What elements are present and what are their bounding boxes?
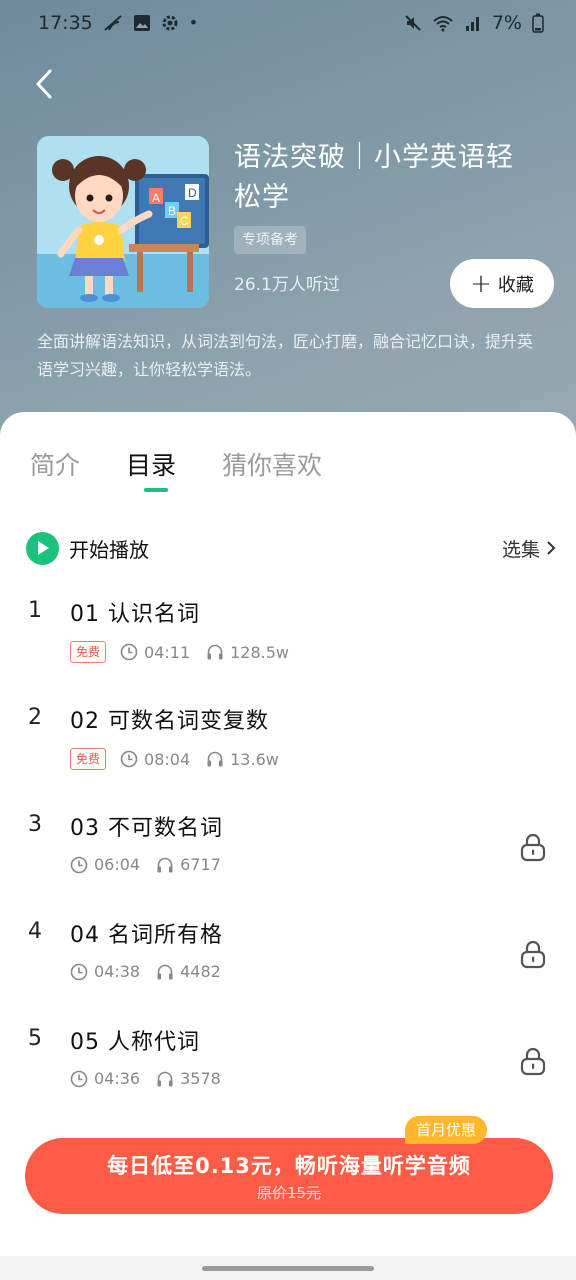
episode-number: 4 xyxy=(28,919,42,944)
episode-number: 2 xyxy=(28,705,42,730)
episode-row[interactable]: 4 04 名词所有格 04:38 4482 xyxy=(0,919,576,1019)
chevron-right-icon xyxy=(547,541,556,555)
favorite-label: 收藏 xyxy=(497,274,534,296)
free-badge: 免费 xyxy=(70,748,107,770)
cover-letter-c: C xyxy=(180,214,189,228)
cover-illustration: A D B C xyxy=(37,136,209,308)
episode-title: 02 可数名词变复数 xyxy=(70,709,269,734)
gear-icon xyxy=(162,15,178,31)
favorite-button[interactable]: + 收藏 xyxy=(450,259,554,308)
episode-duration: 06:04 xyxy=(94,855,141,874)
wifi-icon xyxy=(433,16,453,32)
back-button[interactable] xyxy=(24,64,64,104)
image-icon xyxy=(133,15,150,31)
episode-title: 03 不可数名词 xyxy=(70,816,223,841)
episode-row[interactable]: 5 05 人称代词 04:36 3578 xyxy=(0,1026,576,1126)
album-header: 17:35 • 7% A D B C 语法突破｜小学英语轻松学 专项备考 26.… xyxy=(0,0,576,440)
album-title: 语法突破｜小学英语轻松学 xyxy=(234,142,514,213)
first-month-badge: 首月优惠 xyxy=(405,1116,488,1144)
tab-recommend[interactable]: 猜你喜欢 xyxy=(222,446,322,482)
play-row: 开始播放 选集 xyxy=(26,530,556,566)
episode-duration: 04:36 xyxy=(94,1069,141,1088)
plus-icon: + xyxy=(470,268,492,299)
clock-icon xyxy=(70,963,88,980)
cover-letter-d: D xyxy=(188,186,197,200)
free-badge: 免费 xyxy=(70,641,107,663)
episode-number: 5 xyxy=(28,1026,42,1051)
episode-row[interactable]: 1 01 认识名词 免费 04:11 128.5w xyxy=(0,598,576,698)
episode-meta: 免费 08:04 13.6w xyxy=(70,748,287,770)
tab-catalog[interactable]: 目录 xyxy=(126,446,176,482)
clock-icon xyxy=(120,643,138,661)
cover-letter-b: B xyxy=(168,204,176,218)
episode-plays: 3578 xyxy=(180,1069,221,1088)
cover-letter-a: A xyxy=(152,191,160,205)
promo-main-text: 每日低至0.13元，畅听海量听学音频 xyxy=(107,1153,471,1178)
select-episodes-button[interactable]: 选集 xyxy=(502,535,556,562)
tab-bar: 简介 目录 猜你喜欢 xyxy=(30,446,322,482)
status-time: 17:35 xyxy=(38,12,93,34)
clock-icon xyxy=(70,1070,88,1087)
episode-plays: 13.6w xyxy=(230,749,279,769)
episode-meta: 06:04 6717 xyxy=(70,855,229,874)
headphones-icon xyxy=(207,644,223,660)
lock-icon xyxy=(520,833,546,862)
tab-intro[interactable]: 简介 xyxy=(30,446,80,482)
album-cover: A D B C xyxy=(37,136,209,308)
clock-icon xyxy=(70,856,88,873)
promo-original-price: 原价15元 xyxy=(256,1183,322,1202)
episode-plays: 4482 xyxy=(180,962,221,981)
episode-number: 1 xyxy=(28,598,42,623)
wifi-off-icon xyxy=(104,15,122,31)
listen-count: 26.1万人听过 xyxy=(234,275,340,295)
lock-icon xyxy=(520,1047,546,1076)
episode-row[interactable]: 2 02 可数名词变复数 免费 08:04 13.6w xyxy=(0,705,576,805)
episode-meta: 04:38 4482 xyxy=(70,962,229,981)
signal-icon xyxy=(465,17,479,31)
battery-icon xyxy=(532,13,544,33)
battery-percent: 7% xyxy=(491,12,522,34)
episode-meta: 04:36 3578 xyxy=(70,1069,229,1088)
vip-promo-button[interactable]: 每日低至0.13元，畅听海量听学音频 原价15元 xyxy=(25,1138,553,1214)
headphones-icon xyxy=(157,857,173,872)
episode-title: 01 认识名词 xyxy=(70,602,200,627)
home-indicator[interactable] xyxy=(202,1266,374,1271)
play-icon xyxy=(26,531,59,565)
episode-plays: 6717 xyxy=(180,855,221,874)
episode-plays: 128.5w xyxy=(230,642,290,662)
category-tag[interactable]: 专项备考 xyxy=(234,226,306,254)
album-description: 全面讲解语法知识，从词法到句法，匠心打磨，融合记忆口诀，提升英语学习兴趣，让你轻… xyxy=(37,332,534,379)
headphones-icon xyxy=(157,964,173,979)
active-tab-indicator xyxy=(144,488,168,492)
play-all-button[interactable]: 开始播放 xyxy=(26,531,149,565)
episode-title: 05 人称代词 xyxy=(70,1030,200,1055)
episode-duration: 08:04 xyxy=(144,749,191,769)
select-episodes-label: 选集 xyxy=(501,538,540,561)
status-bar: 17:35 • 7% xyxy=(0,0,576,46)
episode-row[interactable]: 3 03 不可数名词 06:04 6717 xyxy=(0,812,576,912)
dot-icon: • xyxy=(188,13,199,32)
chevron-left-icon xyxy=(36,69,52,99)
headphones-icon xyxy=(207,751,223,767)
mute-icon xyxy=(405,15,421,31)
episode-title: 04 名词所有格 xyxy=(70,923,223,948)
episode-duration: 04:11 xyxy=(144,642,191,662)
clock-icon xyxy=(120,750,138,768)
lock-icon xyxy=(520,940,546,969)
episode-meta: 免费 04:11 128.5w xyxy=(70,641,297,663)
headphones-icon xyxy=(157,1071,173,1086)
episode-number: 3 xyxy=(28,812,42,837)
episode-duration: 04:38 xyxy=(94,962,141,981)
play-all-label: 开始播放 xyxy=(69,537,149,562)
